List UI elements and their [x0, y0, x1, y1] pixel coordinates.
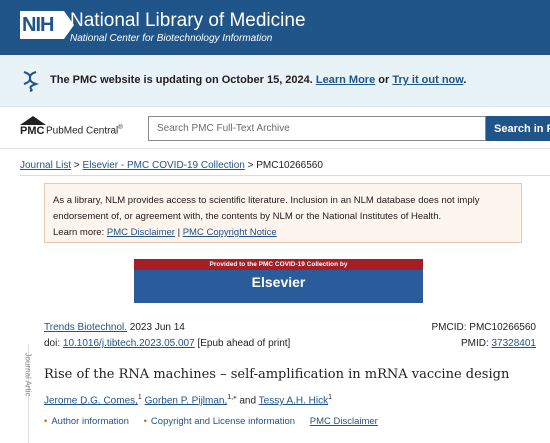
banner-period: . — [463, 74, 467, 86]
nlm-subtitle: National Center for Biotechnology Inform… — [70, 33, 273, 44]
pmc-search-bar: PMC PubMed Central® Search in PMC — [0, 107, 550, 149]
elsevier-collection-banner[interactable]: Provided to the PMC COVID-19 Collection … — [134, 259, 423, 303]
pmc-logo-long-text: PubMed Central — [46, 125, 119, 137]
breadcrumb-current: PMC10266560 — [256, 160, 323, 171]
disclaimer-learn-more-label: Learn more: — [53, 227, 105, 238]
breadcrumb-separator: > — [73, 160, 80, 171]
article-type-label: Journal Artic — [23, 352, 33, 397]
author-information-toggle[interactable]: Author information — [51, 416, 129, 427]
author-affiliation: 1 — [137, 394, 142, 401]
expand-bullet-icon: • — [44, 416, 48, 427]
author-list: Jerome D.G. Comes,1 Gorben P. Pijlman,1,… — [44, 393, 332, 406]
update-banner: The PMC website is updating on October 1… — [0, 55, 550, 107]
epub-status: [Epub ahead of print] — [197, 338, 291, 349]
publication-date: 2023 Jun 14 — [129, 322, 185, 333]
banner-text: The PMC website is updating on October 1… — [50, 74, 466, 86]
pmid-label: PMID: — [460, 338, 489, 349]
nlm-disclaimer-box: As a library, NLM provides access to sci… — [44, 183, 522, 243]
disclaimer-line-2: endorsement of, or agreement with, the c… — [53, 211, 442, 222]
search-input[interactable] — [148, 116, 486, 141]
search-button[interactable]: Search in PMC — [486, 116, 550, 141]
learn-more-link[interactable]: Learn More — [316, 74, 375, 86]
doi-label: doi: — [44, 338, 61, 349]
pmc-disclaimer-link[interactable]: PMC Disclaimer — [107, 227, 175, 238]
pmc-logo-mark: ® — [118, 125, 123, 131]
breadcrumb-collection[interactable]: Elsevier - PMC COVID-19 Collection — [83, 160, 245, 171]
banner-message: The PMC website is updating on October 1… — [50, 74, 313, 86]
pmc-logo[interactable]: PMC PubMed Central® — [20, 115, 140, 141]
pmc-building-icon — [20, 116, 46, 125]
breadcrumb-separator: > — [247, 160, 254, 171]
breadcrumb: Journal List > Elsevier - PMC COVID-19 C… — [20, 160, 323, 171]
author-affiliation: 1 — [328, 394, 333, 401]
expand-bullet-icon: • — [143, 416, 147, 427]
breadcrumb-journal-list[interactable]: Journal List — [20, 160, 71, 171]
banner-or: or — [378, 74, 390, 86]
pmid-line: PMID: 37328401 — [461, 338, 536, 349]
nih-header: NIH National Library of Medicine Nationa… — [0, 0, 550, 55]
disclaimer-line-1: As a library, NLM provides access to sci… — [53, 195, 480, 206]
copyright-license-toggle[interactable]: Copyright and License information — [151, 416, 295, 427]
pmc-logo-short: PMC — [20, 125, 45, 137]
article-pmc-disclaimer-link[interactable]: PMC Disclaimer — [310, 416, 378, 427]
author-and: and — [239, 395, 257, 407]
pmcid-value: PMC10266560 — [469, 322, 536, 333]
disclaimer-pipe: | — [177, 227, 181, 238]
doi-line: doi: 10.1016/j.tibtech.2023.05.007 [Epub… — [44, 338, 290, 349]
nih-logo[interactable]: NIH — [20, 11, 74, 39]
author-link[interactable]: Gorben P. Pijlman, — [145, 395, 228, 406]
article-info-links: • Author information • Copyright and Licen… — [44, 416, 390, 427]
author-link[interactable]: Jerome D.G. Comes, — [44, 395, 138, 406]
citation-line: Trends Biotechnol. 2023 Jun 14 — [44, 322, 185, 333]
disclaimer-learn-more: Learn more: PMC Disclaimer | PMC Copyrig… — [53, 225, 513, 241]
journal-link[interactable]: Trends Biotechnol. — [44, 322, 127, 333]
article-title: Rise of the RNA machines – self-amplific… — [44, 367, 510, 382]
article-type-sidebar: Journal Artic — [15, 345, 33, 443]
try-it-out-link[interactable]: Try it out now — [392, 74, 463, 86]
author-link[interactable]: Tessy A.H. Hick — [259, 395, 328, 406]
nlm-title[interactable]: National Library of Medicine — [70, 10, 306, 32]
doi-link[interactable]: 10.1016/j.tibtech.2023.05.007 — [63, 338, 195, 349]
pmcid-line: PMCID: PMC10266560 — [432, 322, 537, 333]
publisher-name: Elsevier — [251, 274, 306, 290]
pmc-copyright-notice-link[interactable]: PMC Copyright Notice — [183, 227, 277, 238]
breadcrumb-divider — [20, 175, 550, 176]
author-affiliation: 1,⁎ — [227, 394, 237, 401]
dna-icon — [23, 71, 40, 92]
nih-logo-text: NIH — [22, 14, 54, 36]
pmcid-label: PMCID: — [431, 322, 467, 333]
collection-provided-text: Provided to the PMC COVID-19 Collection … — [134, 259, 423, 270]
pmid-link[interactable]: 37328401 — [492, 338, 537, 349]
pmc-logo-long: PubMed Central® — [46, 125, 123, 136]
